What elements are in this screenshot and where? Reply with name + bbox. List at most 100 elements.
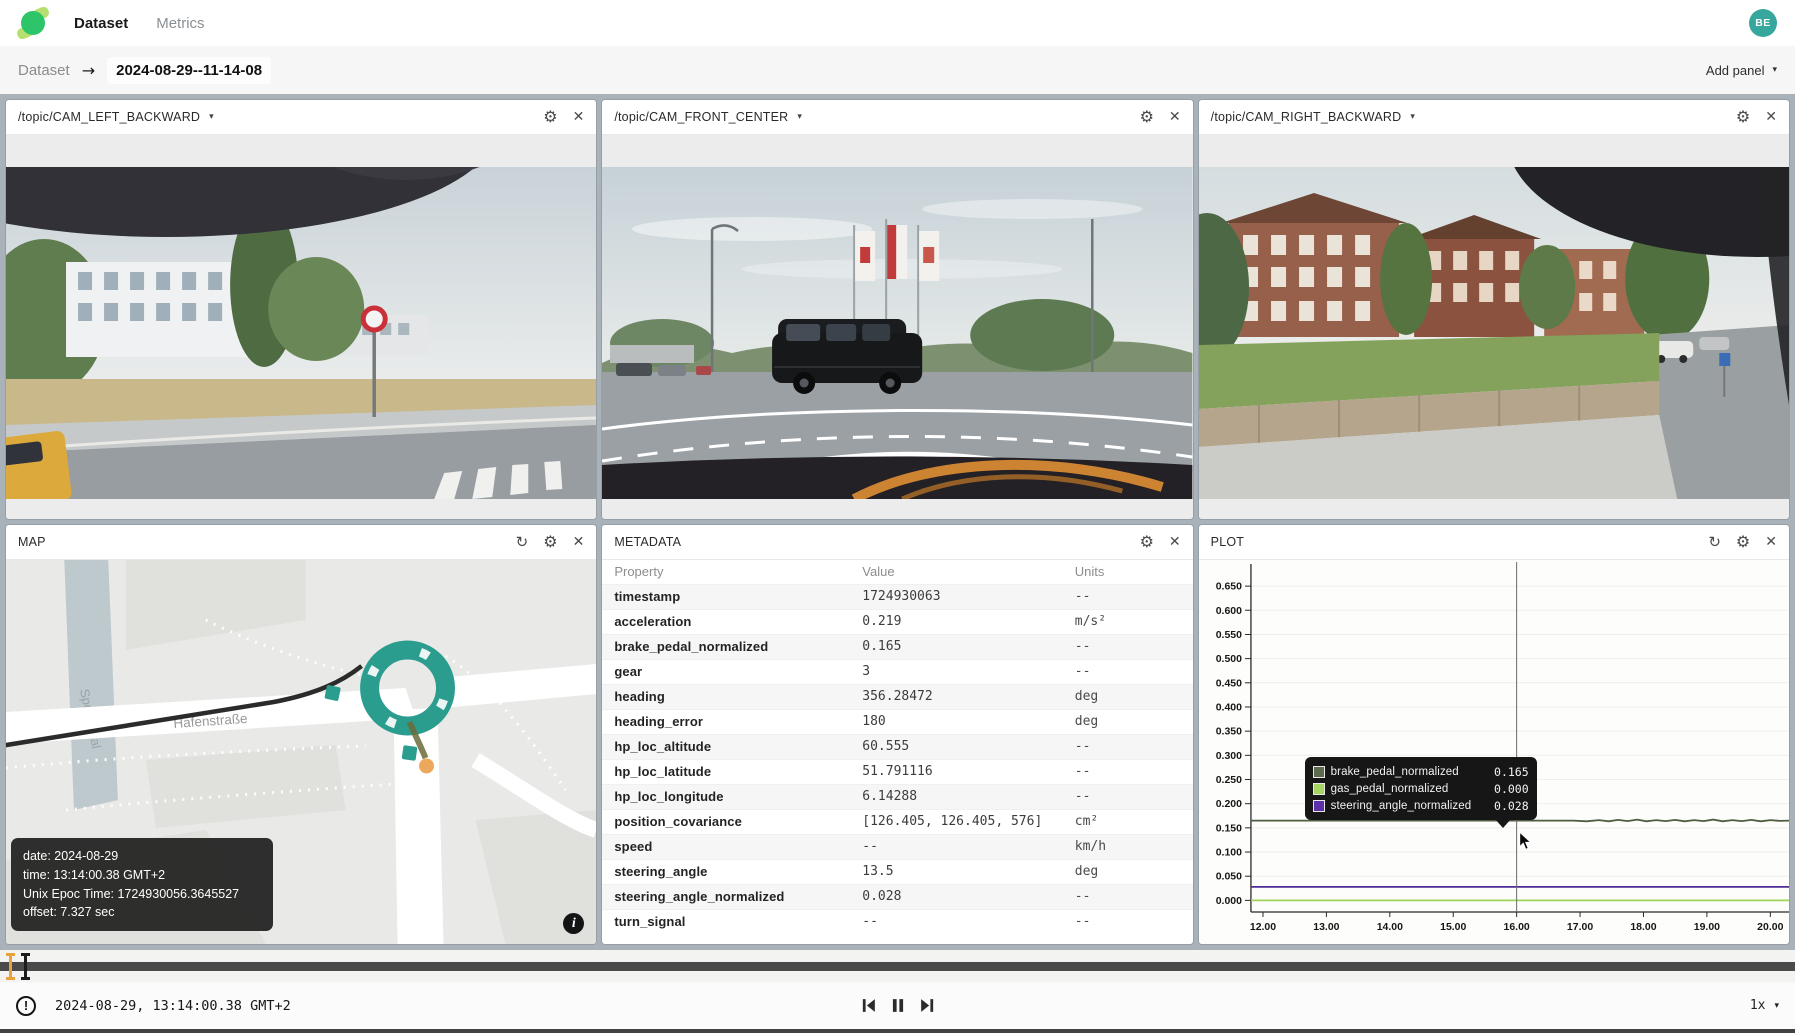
add-panel-button[interactable]: Add panel ▾ <box>1706 63 1777 78</box>
topic-select-cam-front[interactable]: /topic/CAM_FRONT_CENTER ▾ <box>614 110 802 124</box>
panel-plot: PLOT ↻ ⚙ ✕ 0.0000.0500.1000.1500.2000.25… <box>1199 525 1789 944</box>
skip-to-start-button[interactable] <box>860 997 877 1014</box>
chevron-down-icon: ▾ <box>797 112 802 122</box>
camera-view-left-backward <box>6 135 596 519</box>
table-cell: 1724930063 <box>850 584 1063 609</box>
map-view[interactable]: Spoykanal Hafenstraße <box>6 560 596 944</box>
svg-text:14.00: 14.00 <box>1376 922 1402 933</box>
close-icon[interactable]: ✕ <box>573 535 585 549</box>
gear-icon[interactable]: ⚙ <box>1736 109 1750 125</box>
table-cell: position_covariance <box>602 809 850 834</box>
skip-to-end-button[interactable] <box>918 997 935 1014</box>
svg-text:0.150: 0.150 <box>1215 823 1241 834</box>
plot-tooltip-row: brake_pedal_normalized0.165 <box>1313 763 1529 780</box>
gear-icon[interactable]: ⚙ <box>1140 109 1154 125</box>
svg-text:16.00: 16.00 <box>1503 922 1529 933</box>
table-cell: -- <box>1063 909 1193 934</box>
refresh-icon[interactable]: ↻ <box>516 535 529 550</box>
gear-icon[interactable]: ⚙ <box>1736 534 1750 550</box>
gear-icon[interactable]: ⚙ <box>1140 534 1154 550</box>
ego-vehicle-corner <box>6 430 72 499</box>
panel-header: MAP ↻ ⚙ ✕ <box>6 525 596 560</box>
timeline-playhead-marker[interactable] <box>9 953 12 980</box>
table-cell: 60.555 <box>850 734 1063 759</box>
playback-speed-select[interactable]: 1x ▾ <box>1750 998 1779 1013</box>
series-swatch-icon <box>1313 783 1325 795</box>
map-tooltip-line: Unix Epoc Time: 1724930056.3645527 <box>23 885 261 904</box>
panel-cam-right-backward: /topic/CAM_RIGHT_BACKWARD ▾ ⚙ ✕ <box>1199 100 1789 519</box>
panel-header: METADATA ⚙ ✕ <box>602 525 1192 560</box>
plot-view[interactable]: 0.0000.0500.1000.1500.2000.2500.3000.350… <box>1199 560 1789 944</box>
svg-text:20.00: 20.00 <box>1757 922 1783 933</box>
camera-photo-right-backward <box>1199 167 1789 499</box>
timeline-cursor-marker[interactable] <box>24 953 27 980</box>
timeline <box>0 950 1795 982</box>
current-position-marker <box>419 759 434 774</box>
table-cell: -- <box>1063 884 1193 909</box>
close-icon[interactable]: ✕ <box>1765 535 1777 549</box>
table-cell: timestamp <box>602 584 850 609</box>
close-icon[interactable]: ✕ <box>1169 535 1181 549</box>
table-cell: hp_loc_altitude <box>602 734 850 759</box>
table-cell: heading_error <box>602 709 850 734</box>
tab-metrics[interactable]: Metrics <box>156 15 204 32</box>
avatar[interactable]: BE <box>1749 9 1777 37</box>
table-cell: deg <box>1063 709 1193 734</box>
svg-text:0.200: 0.200 <box>1215 799 1241 810</box>
table-cell: -- <box>1063 659 1193 684</box>
topic-select-cam-left[interactable]: /topic/CAM_LEFT_BACKWARD ▾ <box>18 110 214 124</box>
svg-text:0.050: 0.050 <box>1215 872 1241 883</box>
gear-icon[interactable]: ⚙ <box>543 109 557 125</box>
warning-icon[interactable]: ! <box>16 996 36 1016</box>
app-logo-icon[interactable] <box>18 8 48 38</box>
table-row: hp_loc_latitude51.791116-- <box>602 759 1192 784</box>
map-tooltip-line: time: 13:14:00.38 GMT+2 <box>23 866 261 885</box>
close-icon[interactable]: ✕ <box>573 110 585 124</box>
svg-text:0.400: 0.400 <box>1215 702 1241 713</box>
panel-header: /topic/CAM_FRONT_CENTER ▾ ⚙ ✕ <box>602 100 1192 135</box>
close-icon[interactable]: ✕ <box>1169 110 1181 124</box>
panel-header: PLOT ↻ ⚙ ✕ <box>1199 525 1789 560</box>
panel-cam-front-center: /topic/CAM_FRONT_CENTER ▾ ⚙ ✕ <box>602 100 1192 519</box>
breadcrumb-arrow-icon: → <box>82 61 95 80</box>
svg-text:0.100: 0.100 <box>1215 848 1241 859</box>
metadata-table-body: timestamp1724930063--acceleration0.219m/… <box>602 584 1192 934</box>
playback-bar: ! 2024-08-29, 13:14:00.38 GMT+2 1x ▾ <box>0 950 1795 1033</box>
svg-text:19.00: 19.00 <box>1693 922 1719 933</box>
svg-text:13.00: 13.00 <box>1313 922 1339 933</box>
playback-timestamp: 2024-08-29, 13:14:00.38 GMT+2 <box>55 998 291 1014</box>
table-cell: 3 <box>850 659 1063 684</box>
breadcrumb-root[interactable]: Dataset <box>18 62 70 79</box>
panel-workspace: /topic/CAM_LEFT_BACKWARD ▾ ⚙ ✕ <box>0 94 1795 950</box>
close-icon[interactable]: ✕ <box>1765 110 1777 124</box>
tab-dataset[interactable]: Dataset <box>74 15 128 32</box>
table-cell: 356.28472 <box>850 684 1063 709</box>
gear-icon[interactable]: ⚙ <box>543 534 557 550</box>
table-cell: cm² <box>1063 809 1193 834</box>
table-cell: gear <box>602 659 850 684</box>
svg-text:0.000: 0.000 <box>1215 896 1241 907</box>
playback-speed-value: 1x <box>1750 998 1766 1013</box>
panel-map: MAP ↻ ⚙ ✕ Spoykanal <box>6 525 596 944</box>
series-swatch-icon <box>1313 766 1325 778</box>
map-tooltip-line: date: 2024-08-29 <box>23 847 261 866</box>
svg-text:0.450: 0.450 <box>1215 678 1241 689</box>
table-cell: 51.791116 <box>850 759 1063 784</box>
svg-text:18.00: 18.00 <box>1630 922 1656 933</box>
pause-button[interactable] <box>889 997 906 1014</box>
refresh-icon[interactable]: ↻ <box>1708 535 1721 550</box>
table-cell: speed <box>602 834 850 859</box>
table-cell: [126.405, 126.405, 576] <box>850 809 1063 834</box>
breadcrumb: Dataset → 2024-08-29--11-14-08 Add panel… <box>0 46 1795 94</box>
table-row: gear3-- <box>602 659 1192 684</box>
panel-title: /topic/CAM_FRONT_CENTER <box>614 110 788 124</box>
black-van <box>772 319 922 394</box>
chevron-down-icon: ▾ <box>1774 1001 1779 1011</box>
topic-select-cam-right[interactable]: /topic/CAM_RIGHT_BACKWARD ▾ <box>1211 110 1415 124</box>
series-swatch-icon <box>1313 800 1325 812</box>
table-row: hp_loc_longitude6.14288-- <box>602 784 1192 809</box>
app-bar: Dataset Metrics BE <box>0 0 1795 46</box>
timeline-track[interactable] <box>0 962 1795 971</box>
table-cell: -- <box>1063 784 1193 809</box>
chevron-down-icon: ▾ <box>1410 112 1415 122</box>
